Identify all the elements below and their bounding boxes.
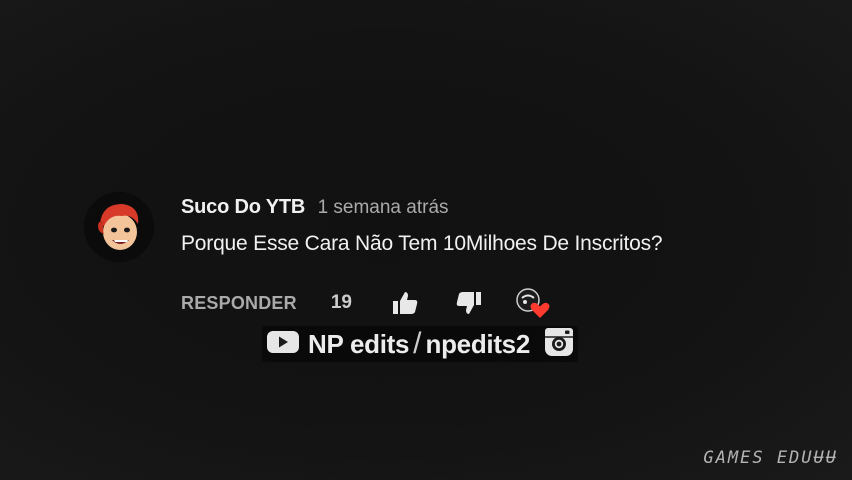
comment-timestamp[interactable]: 1 semana atrás — [318, 197, 449, 218]
channel-watermark: NP edits / npedits2 — [262, 326, 579, 362]
instagram-icon — [544, 327, 574, 362]
avatar-cartoon-face — [84, 192, 154, 262]
instagram-handle: npedits2 — [425, 328, 531, 359]
avatar[interactable] — [84, 192, 154, 262]
thumbs-up-icon — [392, 292, 418, 314]
creator-heart-icon — [516, 288, 550, 318]
youtube-channel-name: NP edits — [308, 328, 410, 359]
like-button[interactable] — [390, 288, 420, 318]
corner-watermark: GAMES EDUɄɄ — [703, 448, 838, 468]
dislike-button[interactable] — [454, 288, 484, 318]
youtube-icon — [266, 329, 300, 360]
comment-actions: RESPONDER 19 — [181, 288, 550, 318]
video-frame: Suco Do YTB 1 semana atrás Porque Esse C… — [0, 0, 852, 480]
like-count: 19 — [330, 292, 352, 313]
comment-card: Suco Do YTB 1 semana atrás Porque Esse C… — [84, 190, 784, 330]
reply-button[interactable]: RESPONDER — [181, 293, 297, 314]
thumbs-down-icon — [456, 292, 481, 314]
comment-author[interactable]: Suco Do YTB — [181, 196, 305, 218]
comment-text: Porque Esse Cara Não Tem 10Milhoes De In… — [181, 232, 663, 255]
creator-heart[interactable] — [514, 287, 550, 319]
comment-header: Suco Do YTB 1 semana atrás — [181, 196, 449, 219]
watermark-separator: / — [413, 327, 422, 360]
